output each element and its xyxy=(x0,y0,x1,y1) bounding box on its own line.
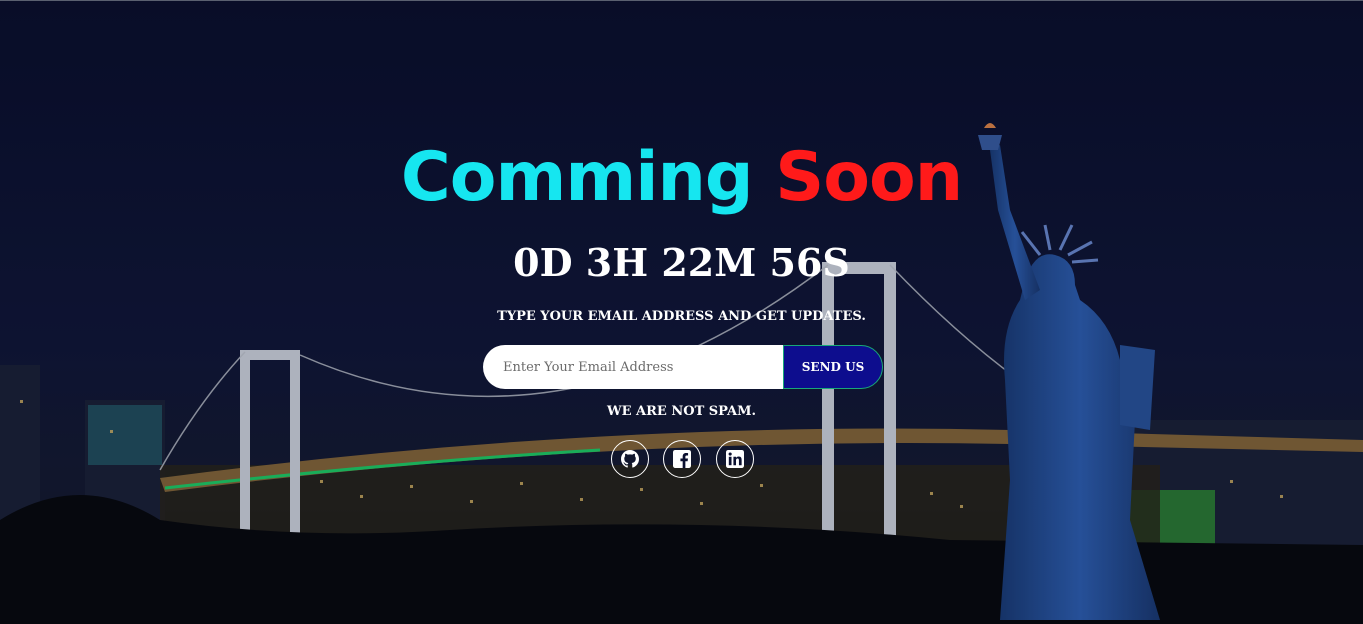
facebook-link[interactable] xyxy=(663,440,701,478)
hero-section: Comming Soon 0D 3H 22M 56S TYPE YOUR EMA… xyxy=(0,0,1363,624)
page-title: Comming Soon xyxy=(0,140,1363,216)
subscribe-form: SEND US xyxy=(483,345,883,389)
send-us-button[interactable]: SEND US xyxy=(783,345,883,389)
email-input[interactable] xyxy=(483,345,783,389)
github-link[interactable] xyxy=(611,440,649,478)
facebook-icon xyxy=(673,450,691,468)
title-word-soon: Soon xyxy=(775,138,963,217)
no-spam-note: WE ARE NOT SPAM. xyxy=(607,404,756,419)
subscribe-instructions: TYPE YOUR EMAIL ADDRESS AND GET UPDATES. xyxy=(497,309,866,324)
linkedin-link[interactable] xyxy=(716,440,754,478)
countdown-timer: 0D 3H 22M 56S xyxy=(513,240,850,285)
github-icon xyxy=(621,450,639,468)
title-word-comming: Comming xyxy=(400,138,754,217)
linkedin-icon xyxy=(726,450,744,468)
social-links xyxy=(611,440,757,480)
